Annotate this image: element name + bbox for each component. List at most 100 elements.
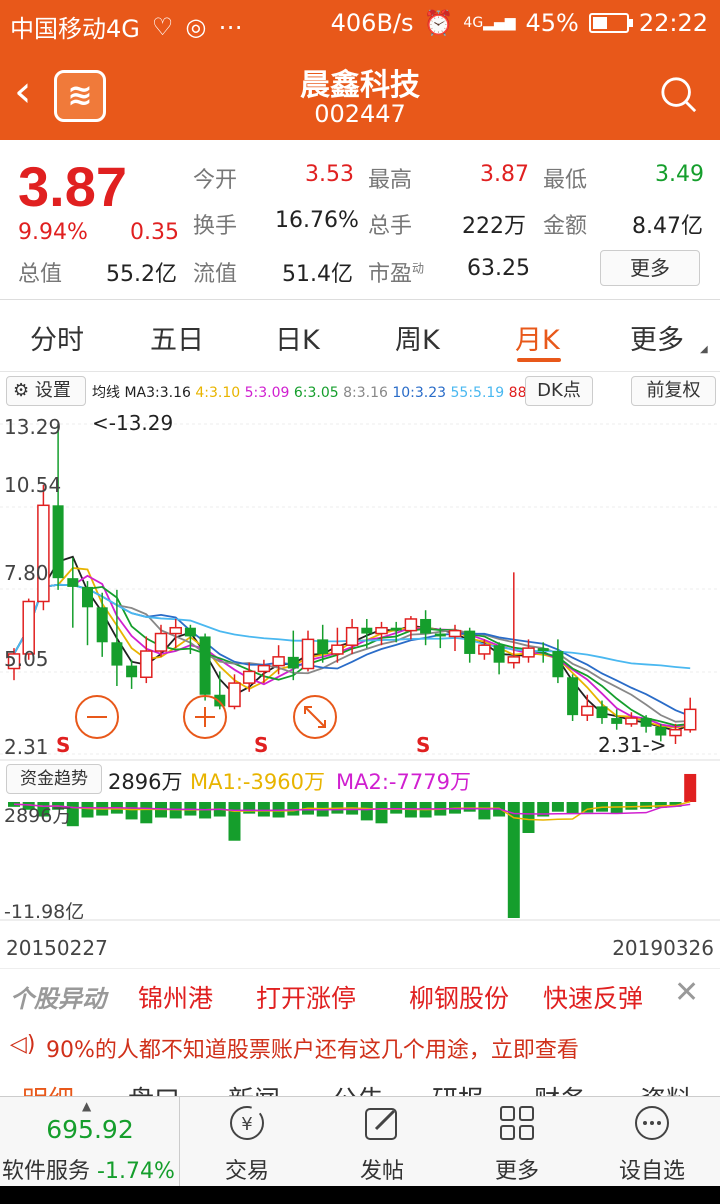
subtab-orderbook[interactable]: 盘口 <box>128 1080 180 1096</box>
expand-up-icon: ▲ <box>82 1099 92 1113</box>
fund-bar <box>625 802 638 810</box>
pe-value: 63.25 <box>467 256 530 281</box>
signal-marker: S <box>56 733 70 757</box>
candle-body <box>331 644 344 655</box>
candle-body <box>140 650 153 679</box>
fund-bar <box>478 802 491 820</box>
y-axis-label: 5.05 <box>4 647 49 671</box>
fund-bar <box>551 802 564 812</box>
bottom-bar: ▲ 695.92 软件服务 -1.74% ¥ 交易 发帖 更多 设自选 <box>0 1096 720 1187</box>
gear-icon: ⚙ <box>13 380 30 401</box>
tab-monthly-k[interactable]: 月K <box>515 318 560 357</box>
fullscreen-icon[interactable] <box>293 695 337 739</box>
date-range: 20150227 20190326 <box>0 930 720 966</box>
fund-bar <box>228 802 241 841</box>
close-icon[interactable]: ✕ <box>674 975 699 1010</box>
ticker-item[interactable]: 打开涨停 <box>256 979 356 1015</box>
ad-text: 90%的人都不知道股票账户还有这几个用途，立即查看 <box>46 1038 579 1063</box>
sector-index[interactable]: ▲ 695.92 软件服务 -1.74% <box>0 1097 180 1187</box>
fund-bar <box>522 802 535 833</box>
start-date: 20150227 <box>6 936 108 960</box>
candle-body <box>345 626 359 646</box>
quote-more-button[interactable]: 更多 <box>600 250 700 286</box>
fund-bar <box>507 802 520 918</box>
fund-bar <box>463 802 476 812</box>
candle-body <box>596 706 608 719</box>
tab-daily-k[interactable]: 日K <box>275 318 320 357</box>
candle-body <box>478 644 491 655</box>
ticker-item[interactable]: 快速反弹 <box>543 979 643 1015</box>
candle-body <box>669 728 682 737</box>
zoom-out-icon[interactable] <box>75 695 119 739</box>
candle-body <box>317 639 329 654</box>
candle-body <box>420 618 432 634</box>
more-button[interactable]: 更多 <box>452 1097 582 1187</box>
amount-label: 金额 <box>543 214 588 239</box>
ma-legend: 均线 MA3:3.16 4:3.10 5:3.09 6:3.05 8:3.16 … <box>92 385 527 401</box>
signal-marker: S <box>416 733 430 757</box>
adjust-button[interactable]: 前复权 <box>631 376 716 406</box>
candle-body <box>404 618 418 632</box>
candle-body <box>375 626 388 635</box>
candle-body <box>37 504 50 603</box>
candle-body <box>82 586 93 608</box>
y-axis-label: 2.31 <box>4 735 49 759</box>
candle-body <box>522 647 535 658</box>
subtab-finance[interactable]: 财务 <box>534 1080 586 1096</box>
low-value: 3.49 <box>655 162 704 187</box>
fund-bar <box>610 802 623 814</box>
stock-name: 晨鑫科技 <box>300 68 420 103</box>
kline-chart[interactable]: 13.29 10.54 7.80 5.05 2.31 <-13.29 2.31-… <box>0 408 720 928</box>
fund-y-top: 2896万 <box>4 805 71 827</box>
status-bar: 中国移动4G ♡ ◎ ⋯ 406B/s ⏰ 4G▂▄▆ 45% 22:22 <box>0 0 720 50</box>
candle-body <box>154 632 168 652</box>
add-watchlist-button[interactable]: 设自选 <box>587 1097 717 1187</box>
fund-bar <box>566 802 579 814</box>
battery-icon <box>588 13 633 33</box>
tab-five-day[interactable]: 五日 <box>150 318 204 357</box>
subtab-announcements[interactable]: 公告 <box>332 1080 384 1096</box>
volume-label: 总手 <box>368 214 413 239</box>
candle-body <box>493 645 505 663</box>
tab-more[interactable]: 更多 <box>630 318 684 357</box>
pe-label: 市盈动 <box>368 261 425 287</box>
index-name: 软件服务 -1.74% <box>2 1159 175 1184</box>
fund-bar <box>125 802 138 820</box>
settings-button[interactable]: ⚙ 设置 <box>6 376 86 406</box>
tab-intraday[interactable]: 分时 <box>30 318 84 357</box>
y-axis-label: 13.29 <box>4 415 61 439</box>
post-button[interactable]: 发帖 <box>317 1097 447 1187</box>
subtab-reports[interactable]: 研报 <box>432 1080 484 1096</box>
candle-body <box>169 626 182 635</box>
dk-point-button[interactable]: DK点 <box>525 376 593 406</box>
fund-bar <box>640 802 653 809</box>
candle-body <box>625 717 638 725</box>
search-icon[interactable] <box>660 76 698 114</box>
period-tabs: 分时 五日 日K 周K 月K 更多 <box>0 300 720 372</box>
svg-text:¥: ¥ <box>241 1114 252 1135</box>
subtab-profile[interactable]: 资料 <box>640 1080 692 1096</box>
ticker-item[interactable]: 柳钢股份 <box>409 979 509 1015</box>
index-value: 695.92 <box>46 1115 134 1144</box>
open-label: 今开 <box>193 168 238 193</box>
tab-weekly-k[interactable]: 周K <box>395 318 440 357</box>
trade-button[interactable]: ¥ 交易 <box>182 1097 312 1187</box>
candle-body <box>434 633 446 637</box>
fund-trend-button[interactable]: 资金趋势 <box>6 764 102 794</box>
candle-body <box>214 694 226 707</box>
ticker-brand: 个股异动 <box>10 985 106 1013</box>
candle-body <box>257 664 271 673</box>
fund-ma2: MA2:-7779万 <box>336 770 471 794</box>
amount-value: 8.47亿 <box>632 214 703 239</box>
candle-body <box>683 708 697 731</box>
subtab-news[interactable]: 新闻 <box>228 1080 280 1096</box>
fund-bar <box>257 802 270 817</box>
active-tab-indicator <box>517 358 561 362</box>
candle-body <box>96 607 108 643</box>
ticker-item[interactable]: 锦州港 <box>138 979 213 1015</box>
high-value: 3.87 <box>480 162 529 187</box>
zoom-in-icon[interactable] <box>183 695 227 739</box>
subtab-detail[interactable]: 明细 <box>22 1080 74 1096</box>
ad-banner[interactable]: ◁) 90%的人都不知道股票账户还有这几个用途，立即查看 <box>0 1022 720 1070</box>
alarm-icon: ⏰ <box>423 9 454 37</box>
